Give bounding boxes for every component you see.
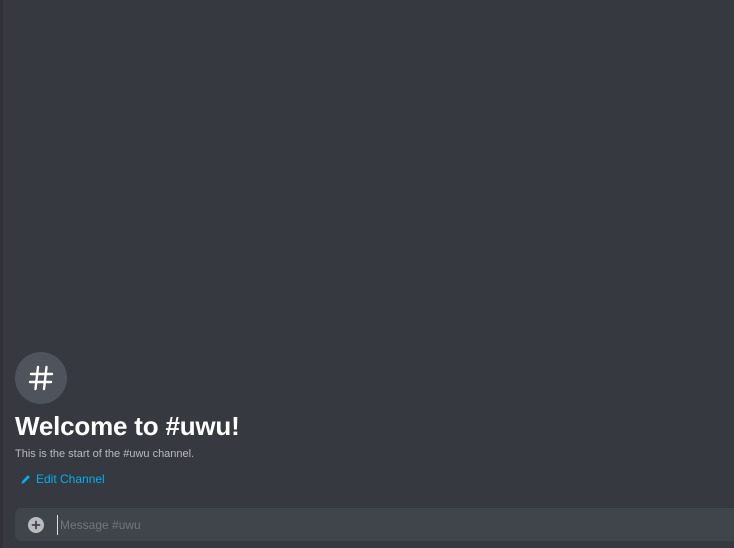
channel-avatar [15,352,67,404]
channel-welcome: Welcome to #uwu! This is the start of th… [15,352,240,486]
message-composer [15,508,734,541]
plus-circle-icon [31,520,41,529]
welcome-title: Welcome to #uwu! [15,411,240,441]
pencil-icon [21,474,30,484]
attach-button[interactable] [28,516,44,533]
message-input[interactable] [57,514,734,535]
chat-area: Welcome to #uwu! This is the start of th… [0,0,734,548]
hashtag-icon [28,365,54,391]
edit-channel-link[interactable]: Edit Channel [20,472,240,486]
welcome-subtitle: This is the start of the #uwu channel. [15,448,195,460]
edit-channel-label: Edit Channel [36,472,105,486]
sidebar-edge [0,0,3,548]
